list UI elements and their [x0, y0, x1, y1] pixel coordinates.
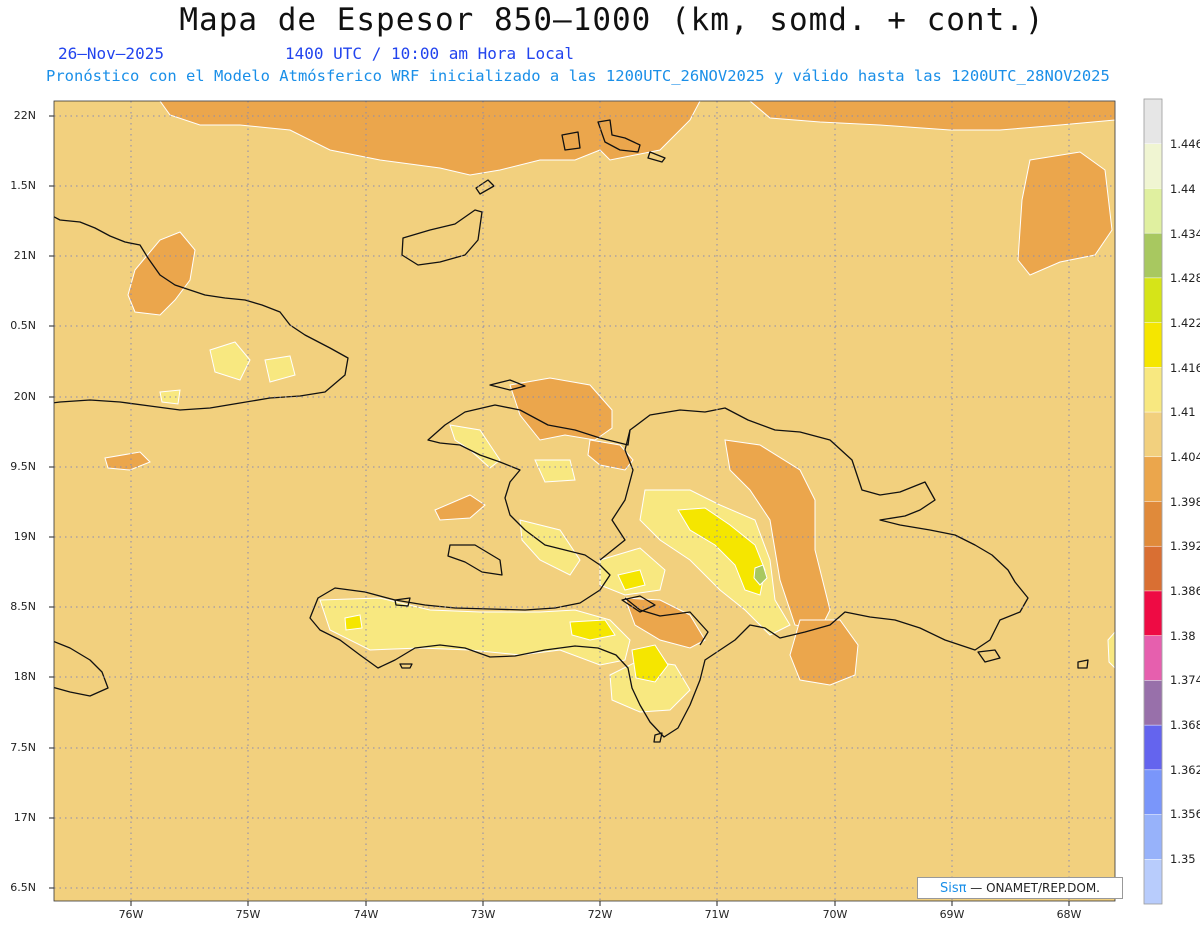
colorbar-swatch [1143, 814, 1163, 860]
colorbar-swatch [1143, 545, 1163, 592]
lon-label-70W: 70W [822, 908, 848, 921]
cbar-label-14: 1.368 [1170, 718, 1200, 732]
lon-label-71W: 71W [704, 908, 730, 921]
thickness-map [36, 98, 1163, 906]
cbar-label-11: 1.386 [1170, 584, 1200, 598]
cbar-label-6: 1.416 [1170, 361, 1200, 375]
colorbar-swatch [1143, 456, 1163, 503]
lon-label-74W: 74W [353, 908, 379, 921]
lat-label-18N: 18N [13, 670, 36, 683]
cbar-label-13: 1.374 [1170, 673, 1200, 687]
credit-text: — ONAMET/REP.DOM. [966, 881, 1100, 895]
lat-label-21.5N: 1.5N [10, 179, 36, 192]
colorbar-swatch [1143, 188, 1163, 234]
cbar-label-2: 1.44 [1170, 182, 1196, 196]
colorbar-swatch [1143, 724, 1163, 771]
credit-box: Sisπ — ONAMET/REP.DOM. [917, 877, 1123, 899]
cbar-label-10: 1.392 [1170, 539, 1200, 553]
lat-label-19N: 19N [13, 530, 36, 543]
lat-label-21N: 21N [13, 249, 36, 262]
colorbar-swatch [1143, 501, 1163, 547]
lon-label-72W: 72W [587, 908, 613, 921]
colorbar-swatch [1143, 98, 1163, 145]
cbar-label-5: 1.422 [1170, 316, 1200, 330]
lat-label-17.5N: 7.5N [10, 741, 36, 754]
colorbar-swatch [1143, 143, 1163, 189]
colorbar-swatch [1143, 322, 1163, 368]
lat-label-20.5N: 0.5N [10, 319, 36, 332]
colorbar-swatch [1143, 367, 1163, 413]
lon-label-69W: 69W [939, 908, 965, 921]
lat-label-22N: 22N [13, 109, 36, 122]
map-background [54, 101, 1115, 901]
cbar-label-8: 1.404 [1170, 450, 1200, 464]
colorbar-swatch [1143, 859, 1163, 905]
lon-label-75W: 75W [235, 908, 261, 921]
lat-label-17N: 17N [13, 811, 36, 824]
colorbar-swatch [1143, 411, 1163, 458]
colorbar [1143, 98, 1163, 905]
lat-label-20N: 20N [13, 390, 36, 403]
cbar-label-12: 1.38 [1170, 629, 1196, 643]
cbar-label-17: 1.35 [1170, 852, 1196, 866]
yellow-peninsula [344, 614, 363, 631]
colorbar-swatch [1143, 277, 1163, 324]
cbar-label-15: 1.362 [1170, 763, 1200, 777]
colorbar-swatch [1143, 680, 1163, 726]
cbar-label-1: 1.446 [1170, 137, 1200, 151]
colorbar-swatch [1143, 232, 1163, 279]
credit-brand: Sisπ [940, 881, 967, 896]
coast-cuba-key [36, 200, 50, 215]
cbar-label-16: 1.356 [1170, 807, 1200, 821]
lat-label-19.5N: 9.5N [10, 460, 36, 473]
lat-label-16.5N: 6.5N [10, 881, 36, 894]
lon-label-68W: 68W [1056, 908, 1082, 921]
lon-label-76W: 76W [118, 908, 144, 921]
colorbar-swatch [1143, 590, 1163, 637]
lon-label-73W: 73W [470, 908, 496, 921]
cbar-label-4: 1.428 [1170, 271, 1200, 285]
cbar-label-9: 1.398 [1170, 495, 1200, 509]
cbar-label-7: 1.41 [1170, 405, 1196, 419]
cbar-label-3: 1.434 [1170, 227, 1200, 241]
lat-label-18.5N: 8.5N [10, 600, 36, 613]
colorbar-swatch [1143, 635, 1163, 681]
colorbar-swatch [1143, 769, 1163, 816]
